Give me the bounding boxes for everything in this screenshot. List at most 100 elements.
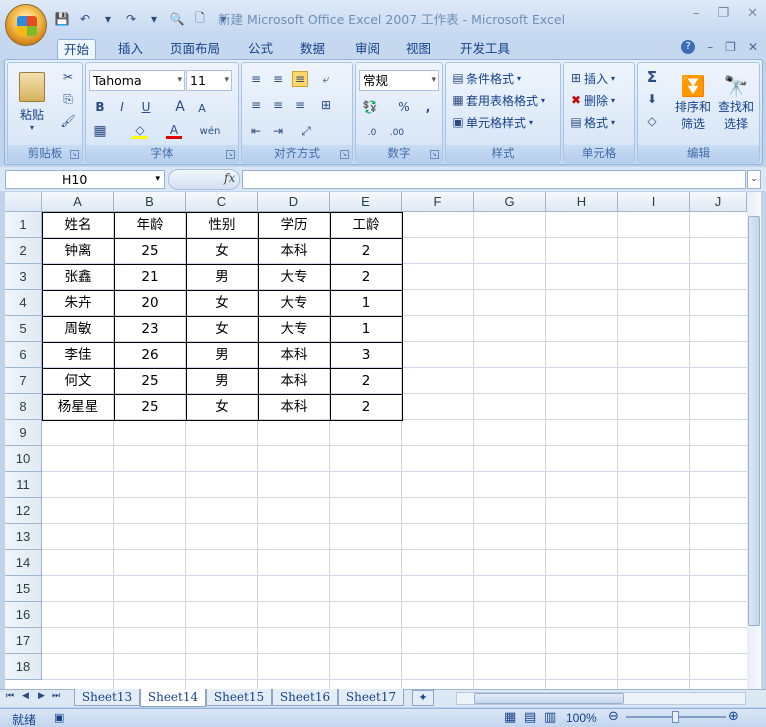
close-icon[interactable]: ✕ xyxy=(747,6,758,21)
sheet-tab[interactable]: Sheet14 xyxy=(140,689,206,707)
qat-more-icon[interactable]: ▾ xyxy=(98,9,118,29)
page-layout-view-icon[interactable]: ▤ xyxy=(524,710,536,725)
row-header[interactable]: 12 xyxy=(5,498,42,524)
cell-styles-button[interactable]: ▣ 单元格样式 ▾ xyxy=(450,113,533,131)
table-cell[interactable]: 本科 xyxy=(258,238,330,264)
undo-icon[interactable]: ↶ xyxy=(75,9,95,29)
column-header[interactable]: C xyxy=(186,192,258,212)
table-cell[interactable]: 大专 xyxy=(258,316,330,342)
merge-center-icon[interactable]: ⊞ xyxy=(318,97,334,113)
zoom-out-icon[interactable]: ⊖ xyxy=(608,709,619,724)
currency-icon[interactable]: 💱 xyxy=(362,99,378,115)
table-cell[interactable]: 2 xyxy=(330,368,402,394)
table-cell[interactable]: 25 xyxy=(114,368,186,394)
font-name-select[interactable]: Tahoma ▾ xyxy=(89,70,185,91)
column-header[interactable]: A xyxy=(42,192,114,212)
table-cell[interactable]: 1 xyxy=(330,290,402,316)
page-break-view-icon[interactable]: ▥ xyxy=(544,710,556,725)
table-cell[interactable]: 23 xyxy=(114,316,186,342)
align-bottom-icon[interactable]: ≡ xyxy=(292,71,308,87)
table-cell[interactable]: 女 xyxy=(186,238,258,264)
zoom-slider-thumb[interactable] xyxy=(672,711,679,723)
table-cell[interactable]: 李佳 xyxy=(42,342,114,368)
table-cell[interactable]: 张鑫 xyxy=(42,264,114,290)
help-icon[interactable]: ? xyxy=(681,40,696,54)
italic-icon[interactable]: I xyxy=(114,99,130,115)
number-format-select[interactable]: 常规 ▾ xyxy=(359,70,439,91)
header-cell[interactable]: 性别 xyxy=(186,212,258,238)
sheet-tab[interactable]: Sheet16 xyxy=(272,689,338,706)
row-header[interactable]: 6 xyxy=(5,342,42,368)
column-header[interactable]: D xyxy=(258,192,330,212)
tab-page-layout[interactable]: 页面布局 xyxy=(164,39,226,60)
formula-input[interactable] xyxy=(242,170,746,189)
row-header[interactable]: 13 xyxy=(5,524,42,550)
restore-icon[interactable]: ❐ xyxy=(717,6,729,21)
table-cell[interactable]: 2 xyxy=(330,264,402,290)
row-header[interactable]: 16 xyxy=(5,602,42,628)
tab-formulas[interactable]: 公式 xyxy=(242,39,279,60)
dialog-launcher-icon[interactable]: ↘ xyxy=(70,150,79,159)
restore-icon[interactable]: ❐ xyxy=(725,40,736,54)
increase-decimal-icon[interactable]: .0 xyxy=(362,125,382,141)
sheet-tab[interactable]: Sheet13 xyxy=(74,689,140,706)
name-box[interactable]: H10 ▾ xyxy=(5,170,165,189)
row-header[interactable]: 18 xyxy=(5,654,42,680)
decrease-decimal-icon[interactable]: .00 xyxy=(386,125,408,141)
row-header[interactable]: 8 xyxy=(5,394,42,420)
first-sheet-icon[interactable]: ⏮ xyxy=(6,691,14,701)
next-sheet-icon[interactable]: ▶ xyxy=(38,691,45,701)
header-cell[interactable]: 学历 xyxy=(258,212,330,238)
table-cell[interactable]: 女 xyxy=(186,290,258,316)
decrease-indent-icon[interactable]: ⇤ xyxy=(248,123,264,139)
table-cell[interactable]: 本科 xyxy=(258,394,330,420)
fill-icon[interactable]: ⬇ xyxy=(644,91,660,107)
table-cell[interactable]: 男 xyxy=(186,368,258,394)
row-header[interactable]: 2 xyxy=(5,238,42,264)
header-cell[interactable]: 年龄 xyxy=(114,212,186,238)
align-left-icon[interactable]: ≡ xyxy=(248,97,264,113)
table-cell[interactable]: 男 xyxy=(186,342,258,368)
row-header[interactable]: 11 xyxy=(5,472,42,498)
insert-sheet-icon[interactable]: ✦ xyxy=(412,690,434,706)
column-header[interactable]: E xyxy=(330,192,402,212)
column-header[interactable]: I xyxy=(618,192,690,212)
table-cell[interactable]: 26 xyxy=(114,342,186,368)
redo-icon[interactable]: ↷ xyxy=(121,9,141,29)
cut-icon[interactable]: ✂ xyxy=(60,69,76,85)
paste-button[interactable]: 粘贴 ▾ xyxy=(12,67,52,137)
table-cell[interactable]: 女 xyxy=(186,394,258,420)
table-cell[interactable]: 3 xyxy=(330,342,402,368)
sheet-tab[interactable]: Sheet15 xyxy=(206,689,272,706)
row-header[interactable]: 15 xyxy=(5,576,42,602)
align-center-icon[interactable]: ≡ xyxy=(270,97,286,113)
row-header[interactable]: 3 xyxy=(5,264,42,290)
minimize-icon[interactable]: – xyxy=(707,40,713,54)
table-cell[interactable]: 男 xyxy=(186,264,258,290)
row-header[interactable]: 14 xyxy=(5,550,42,576)
row-header[interactable]: 1 xyxy=(5,212,42,238)
table-cell[interactable]: 20 xyxy=(114,290,186,316)
new-file-icon[interactable]: 🗋 xyxy=(190,9,210,29)
last-sheet-icon[interactable]: ⏭ xyxy=(52,691,60,701)
wrap-text-icon[interactable]: ⤶ xyxy=(318,71,334,87)
table-cell[interactable]: 大专 xyxy=(258,264,330,290)
table-cell[interactable]: 何文 xyxy=(42,368,114,394)
column-header[interactable]: H xyxy=(546,192,618,212)
shrink-font-icon[interactable]: A xyxy=(194,100,210,116)
comma-icon[interactable]: , xyxy=(420,99,436,115)
find-select-button[interactable]: 🔭 查找和 选择 xyxy=(716,67,756,139)
vertical-scroll-thumb[interactable] xyxy=(748,216,760,626)
table-cell[interactable]: 21 xyxy=(114,264,186,290)
select-all-corner[interactable] xyxy=(5,192,42,212)
qat-more-icon[interactable]: ▾ xyxy=(144,9,164,29)
row-header[interactable]: 5 xyxy=(5,316,42,342)
dialog-launcher-icon[interactable]: ↘ xyxy=(430,150,439,159)
zoom-in-icon[interactable]: ⊕ xyxy=(728,709,739,724)
macro-record-icon[interactable]: ▣ xyxy=(54,711,64,724)
clear-icon[interactable]: ◇ xyxy=(644,113,660,129)
dialog-launcher-icon[interactable]: ↘ xyxy=(340,150,349,159)
minimize-icon[interactable]: – xyxy=(693,6,700,21)
tab-data[interactable]: 数据 xyxy=(294,39,331,60)
table-cell[interactable]: 25 xyxy=(114,238,186,264)
